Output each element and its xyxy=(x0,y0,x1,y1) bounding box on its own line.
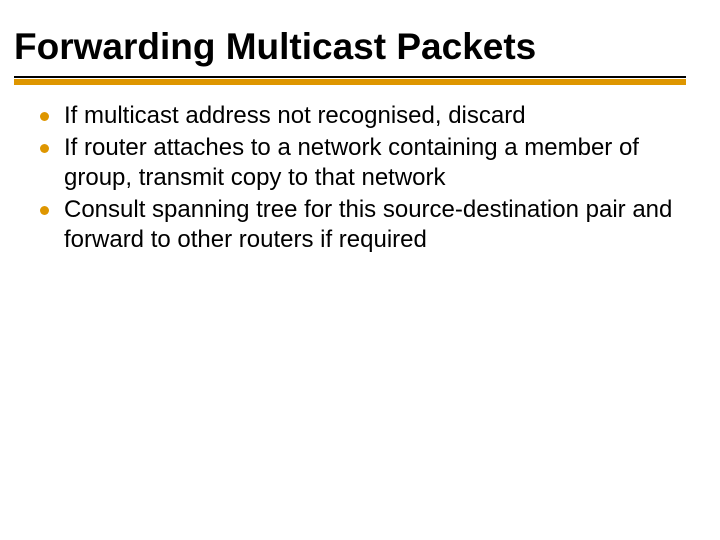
list-item: If multicast address not recognised, dis… xyxy=(40,101,686,131)
list-item: If router attaches to a network containi… xyxy=(40,133,686,193)
list-item: Consult spanning tree for this source-de… xyxy=(40,195,686,255)
title-rule-accent xyxy=(14,79,686,85)
title-block: Forwarding Multicast Packets xyxy=(14,26,686,91)
slide: Forwarding Multicast Packets If multicas… xyxy=(0,0,720,540)
title-rule-thin xyxy=(14,76,686,78)
page-title: Forwarding Multicast Packets xyxy=(14,26,686,68)
bullet-list: If multicast address not recognised, dis… xyxy=(14,101,686,255)
